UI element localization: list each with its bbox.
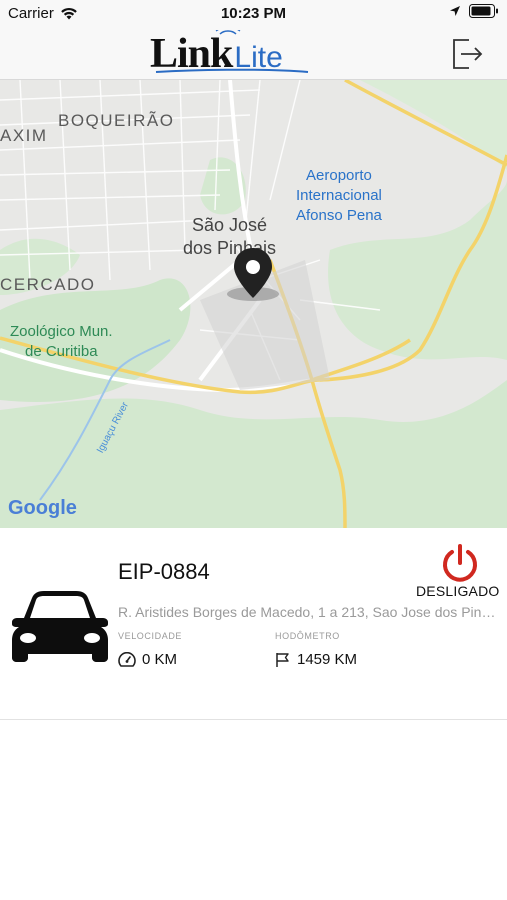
- speed-value: 0 KM: [142, 651, 178, 668]
- status-right: [449, 4, 499, 18]
- ignition-status: DESLIGADO: [416, 583, 500, 599]
- app-logo: Link Lite: [150, 30, 309, 78]
- location-arrow-icon: [450, 6, 460, 16]
- map-label-zoo: Zoológico Mun. de Curitiba: [10, 322, 113, 362]
- status-bar: Carrier 10:23 PM: [0, 0, 507, 28]
- odometer-caption: HODÔMETRO: [275, 631, 340, 641]
- map-view[interactable]: BOQUEIRÃO AXIM CERCADO Aeroporto Interna…: [0, 80, 507, 528]
- map-label-xaxim: AXIM: [0, 126, 48, 145]
- odometer-value: 1459 KM: [297, 651, 358, 668]
- battery-icon: [469, 4, 498, 18]
- map-label-cercado: CERCADO: [0, 275, 96, 294]
- vehicle-address: R. Aristides Borges de Macedo, 1 a 213, …: [118, 604, 496, 620]
- map-base: [0, 80, 507, 528]
- car-icon: [12, 591, 108, 662]
- map-label-boqueirao: BOQUEIRÃO: [58, 111, 175, 130]
- map-label-airport-line1: Aeroporto: [306, 167, 372, 184]
- map-pin-icon[interactable]: [226, 246, 280, 302]
- google-attribution: Google: [8, 497, 77, 520]
- speed-stat: 0 KM: [118, 651, 177, 668]
- app-header: Link Lite: [0, 28, 507, 80]
- speedometer-icon: [118, 651, 136, 667]
- clock: 10:23 PM: [220, 5, 287, 22]
- odometer-stat: 1459 KM: [275, 651, 357, 668]
- map-label-city-line1: São José: [192, 215, 268, 235]
- google-logo-text: Google: [8, 497, 77, 519]
- vehicle-plate: EIP-0884: [118, 559, 210, 584]
- map-label-airport-line2: Internacional: [296, 187, 382, 204]
- power-icon[interactable]: [440, 543, 480, 583]
- map-label-airport: Aeroporto Internacional Afonso Pena: [296, 166, 382, 226]
- logout-icon[interactable]: [449, 36, 485, 72]
- map-label-zoo-line2: de Curitiba: [25, 343, 98, 360]
- flag-icon: [276, 652, 289, 667]
- speed-caption: VELOCIDADE: [118, 631, 183, 641]
- vehicle-card[interactable]: EIP-0884 DESLIGADO R. Aristides Borges d…: [0, 528, 507, 720]
- map-label-zoo-line1: Zoológico Mun.: [10, 323, 113, 340]
- map-label-airport-line3: Afonso Pena: [296, 207, 382, 224]
- logo-swoosh-icon: [155, 30, 309, 73]
